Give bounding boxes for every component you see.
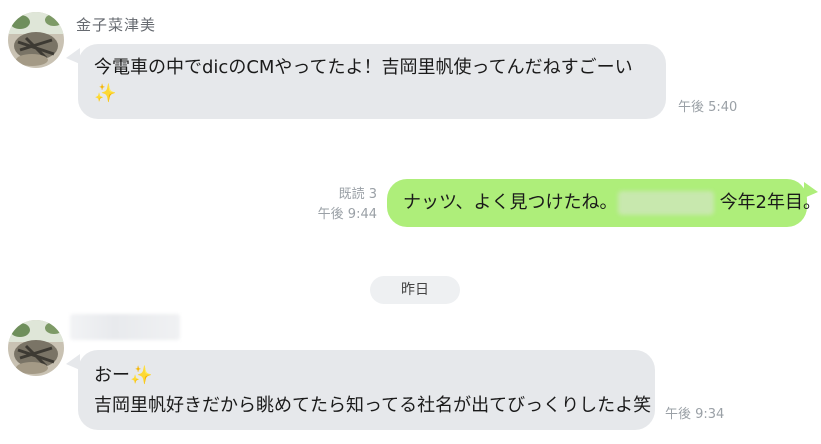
- date-separator: 昨日: [370, 276, 460, 304]
- avatar-image: [8, 12, 64, 68]
- message-text: ナッツ、よく見つけたね。: [403, 192, 618, 213]
- redacted-text: [617, 191, 714, 215]
- message-text-line: おー✨: [94, 365, 153, 386]
- sparkle-emoji: ✨: [94, 83, 117, 104]
- avatar[interactable]: [8, 320, 64, 376]
- message-time: 午後 9:44: [317, 207, 377, 222]
- sender-name: 金子菜津美: [76, 16, 157, 34]
- avatar-image: [8, 320, 64, 376]
- message-bubble[interactable]: おー✨ 吉岡里帆好きだから眺めてたら知ってる社名が出てびっくりしたよ笑: [78, 350, 655, 430]
- message-bubble[interactable]: 今電車の中でdicのCMやってたよ！吉岡里帆使ってんだねすごーい ✨: [78, 44, 666, 119]
- read-receipt: 既読 3: [338, 187, 377, 202]
- message-bubble[interactable]: ナッツ、よく見つけたね。 今年2年目。: [387, 179, 821, 227]
- message-time: 午後 9:34: [665, 407, 725, 422]
- message-time: 午後 5:40: [678, 100, 738, 115]
- message-text-line: 今電車の中でdicのCMやってたよ！吉岡里帆使ってんだねすごーい: [94, 57, 633, 78]
- sender-name-redacted: [70, 314, 180, 340]
- bubble-tail: [804, 182, 818, 198]
- avatar[interactable]: [8, 12, 64, 68]
- message-text-line: 吉岡里帆好きだから眺めてたら知ってる社名が出てびっくりしたよ笑: [94, 395, 652, 416]
